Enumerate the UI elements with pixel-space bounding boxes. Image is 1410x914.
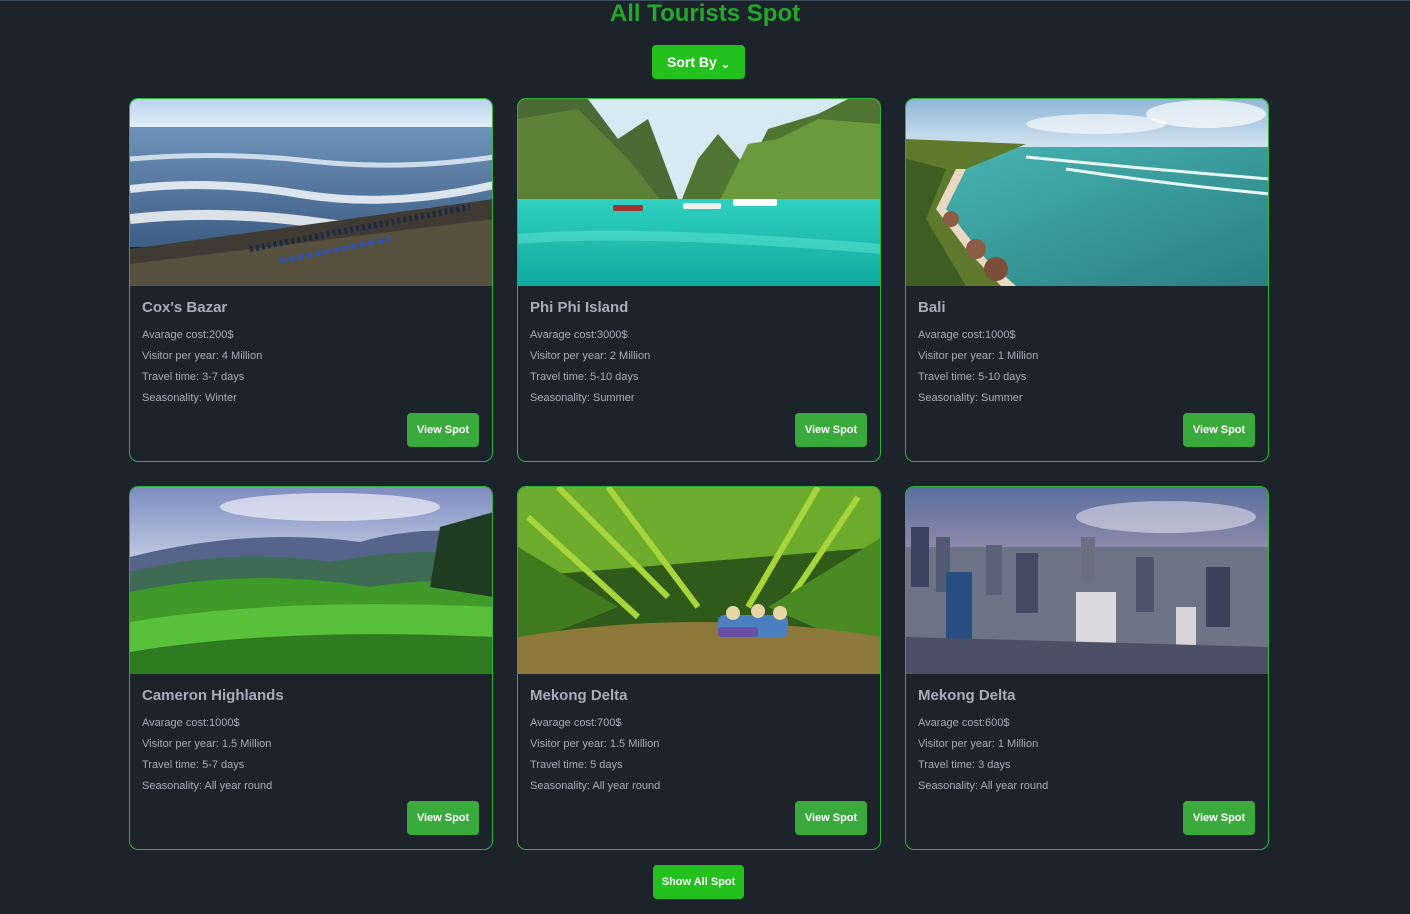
page-title: All Tourists Spot <box>609 0 801 27</box>
spot-seasonality: Seasonality: All year round <box>918 780 1049 792</box>
spot-name: Cox's Bazar <box>142 299 228 316</box>
spot-image <box>518 487 880 674</box>
spot-card: Mekong Delta Avarage cost:600$ Visitor p… <box>905 486 1269 850</box>
spot-visitors: Visitor per year: 4 Million <box>142 350 263 362</box>
show-all-spot-button[interactable]: Show All Spot <box>653 865 744 899</box>
spot-travel-time: Travel time: 5-10 days <box>918 371 1027 383</box>
spot-visitors: Visitor per year: 1.5 Million <box>530 738 660 750</box>
spot-travel-time: Travel time: 5 days <box>530 759 623 771</box>
sort-by-label: Sort By <box>666 54 717 70</box>
spot-card: Phi Phi Island Avarage cost:3000$ Visito… <box>517 98 881 462</box>
spot-seasonality: Seasonality: All year round <box>142 780 273 792</box>
spot-seasonality: Seasonality: Summer <box>530 392 635 404</box>
spot-cost: Avarage cost:600$ <box>918 717 1010 729</box>
spot-image <box>906 487 1268 674</box>
view-spot-button[interactable]: View Spot <box>407 413 479 447</box>
view-spot-button[interactable]: View Spot <box>795 413 867 447</box>
spot-name: Mekong Delta <box>530 687 628 704</box>
spot-visitors: Visitor per year: 1 Million <box>918 738 1039 750</box>
spot-visitors: Visitor per year: 2 Million <box>530 350 651 362</box>
spots-grid: Cox's Bazar Avarage cost:200$ Visitor pe… <box>129 98 1269 850</box>
spot-seasonality: Seasonality: All year round <box>530 780 661 792</box>
chevron-down-icon: ⌄ <box>720 58 730 71</box>
spot-visitors: Visitor per year: 1.5 Million <box>142 738 272 750</box>
spot-cost: Avarage cost:1000$ <box>918 329 1016 341</box>
spot-card: Bali Avarage cost:1000$ Visitor per year… <box>905 98 1269 462</box>
spot-card: Cox's Bazar Avarage cost:200$ Visitor pe… <box>129 98 493 462</box>
spot-seasonality: Seasonality: Winter <box>142 392 237 404</box>
spot-seasonality: Seasonality: Summer <box>918 392 1023 404</box>
spot-travel-time: Travel time: 5-7 days <box>142 759 245 771</box>
spot-cost: Avarage cost:1000$ <box>142 717 240 729</box>
sort-by-button[interactable]: Sort By ⌄ <box>652 45 745 79</box>
spot-image <box>518 99 880 286</box>
spot-image <box>906 99 1268 286</box>
spot-image <box>130 487 492 674</box>
spot-travel-time: Travel time: 5-10 days <box>530 371 639 383</box>
spot-visitors: Visitor per year: 1 Million <box>918 350 1039 362</box>
spot-cost: Avarage cost:3000$ <box>530 329 628 341</box>
spot-card: Mekong Delta Avarage cost:700$ Visitor p… <box>517 486 881 850</box>
spot-travel-time: Travel time: 3-7 days <box>142 371 245 383</box>
view-spot-button[interactable]: View Spot <box>795 801 867 835</box>
view-spot-button[interactable]: View Spot <box>407 801 479 835</box>
spot-name: Mekong Delta <box>918 687 1016 704</box>
spot-card: Cameron Highlands Avarage cost:1000$ Vis… <box>129 486 493 850</box>
spot-cost: Avarage cost:700$ <box>530 717 622 729</box>
spot-cost: Avarage cost:200$ <box>142 329 234 341</box>
view-spot-button[interactable]: View Spot <box>1183 413 1255 447</box>
spot-name: Cameron Highlands <box>142 687 284 704</box>
spot-image <box>130 99 492 286</box>
spot-name: Bali <box>918 299 946 316</box>
spot-travel-time: Travel time: 3 days <box>918 759 1011 771</box>
view-spot-button[interactable]: View Spot <box>1183 801 1255 835</box>
spot-name: Phi Phi Island <box>530 299 629 316</box>
